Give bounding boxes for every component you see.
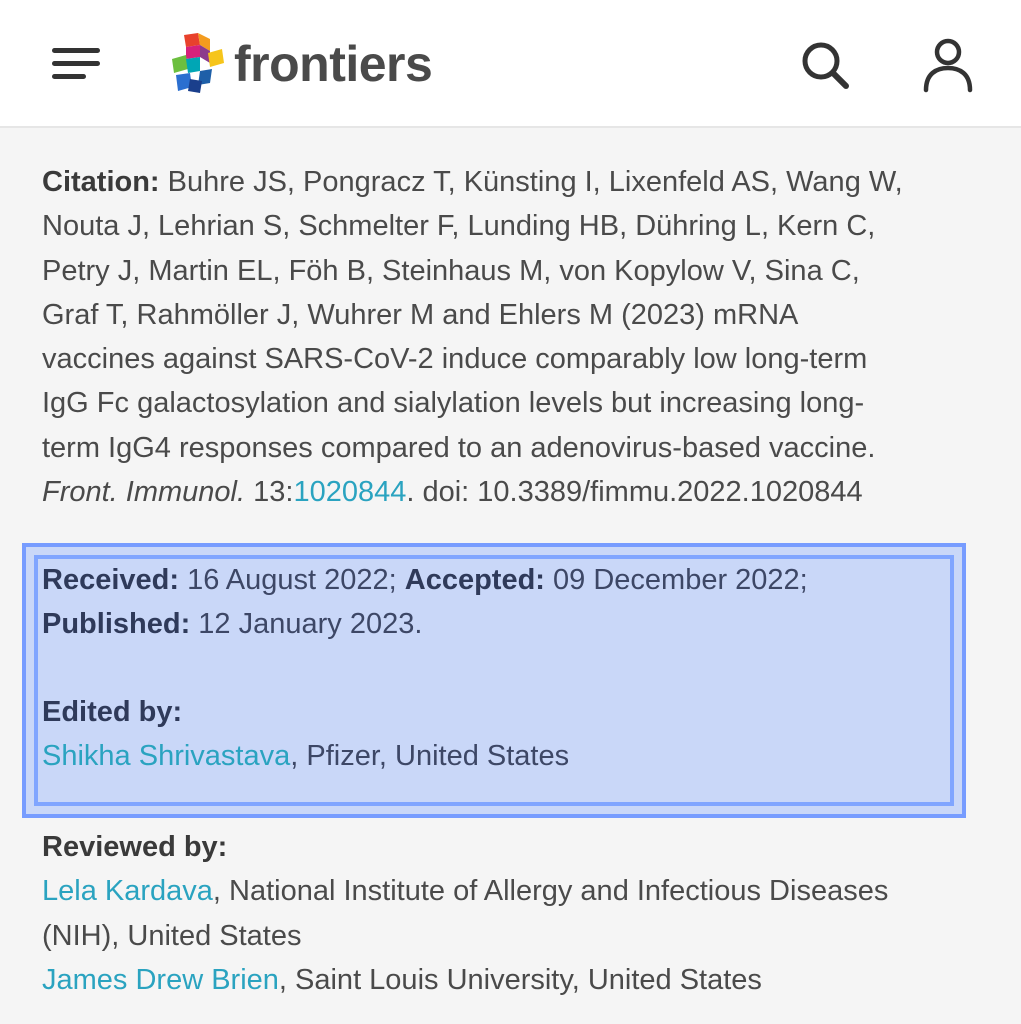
citation-line-1: Citation: Buhre JS, Pongracz T, Künsting… [42,160,982,204]
journal-name: Front. Immunol. [42,476,246,509]
top-nav-bar: frontiers [0,0,1021,128]
editor-line: Shikha Shrivastava, Pfizer, United State… [42,734,962,778]
reviewed-by-section: Reviewed by: Lela Kardava, National Inst… [42,825,992,1002]
editor-affiliation: , Pfizer, United States [290,740,570,772]
published-date: 12 January 2023. [190,608,423,641]
edited-by-section: Edited by: Shikha Shrivastava, Pfizer, U… [42,690,962,778]
citation-line-2: Nouta J, Lehrian S, Schmelter F, Lunding… [42,210,876,243]
reviewer-name-link[interactable]: James Drew Brien [42,964,279,996]
menu-bar-3 [52,74,86,79]
published-label: Published: [42,608,191,641]
dates-line-2: Published: 12 January 2023. [42,602,962,646]
reviewer-affiliation-line-2: (NIH), United States [42,919,302,952]
logo-text: frontiers [234,36,433,92]
menu-bar-1 [52,48,100,53]
search-icon[interactable] [798,38,854,94]
reviewer-line-1: Lela Kardava, National Institute of Alle… [42,869,992,913]
doi-text: . doi: 10.3389/fimmu.2022.1020844 [406,476,863,509]
hamburger-menu-icon[interactable] [50,44,102,84]
frontiers-logo-mark-icon [172,33,224,93]
citation-label: Citation: [42,166,160,198]
editor-name-link[interactable]: Shikha Shrivastava [42,740,290,772]
dates-line-1: Received: 16 August 2022; Accepted: 09 D… [42,558,962,602]
accepted-date: 09 December 2022; [544,564,808,596]
article-dates: Received: 16 August 2022; Accepted: 09 D… [42,558,962,647]
citation-block: Citation: Buhre JS, Pongracz T, Künsting… [42,160,982,514]
reviewer-affiliation: , Saint Louis University, United States [278,963,762,996]
edited-by-label: Edited by: [42,696,183,728]
citation-line-6: IgG Fc galactosylation and sialylation l… [42,387,865,420]
citation-line-8: Front. Immunol. 13:1020844. doi: 10.3389… [42,470,982,514]
accepted-label: Accepted: [404,564,545,596]
citation-line-5: vaccines against SARS-CoV-2 induce compa… [42,343,868,376]
citation-line-7: term IgG4 responses compared to an adeno… [42,431,876,464]
frontiers-logo[interactable]: frontiers [170,32,433,96]
user-icon[interactable] [920,36,976,94]
reviewer-name-link[interactable]: Lela Kardava [42,875,213,907]
journal-volume: 13: [245,476,294,509]
reviewed-by-label: Reviewed by: [42,831,228,863]
citation-line-4: Graf T, Rahmöller J, Wuhrer M and Ehlers… [42,298,799,331]
reviewer-affiliation: , National Institute of Allergy and Infe… [212,875,889,908]
article-id-link[interactable]: 1020844 [293,476,406,508]
reviewer-line-2: James Drew Brien, Saint Louis University… [42,958,992,1002]
received-date: 16 August 2022; [179,564,405,596]
citation-text: Buhre JS, Pongracz T, Künsting I, Lixenf… [159,166,903,198]
citation-line-3: Petry J, Martin EL, Föh B, Steinhaus M, … [42,254,860,287]
menu-bar-2 [52,61,100,66]
received-label: Received: [42,564,180,596]
